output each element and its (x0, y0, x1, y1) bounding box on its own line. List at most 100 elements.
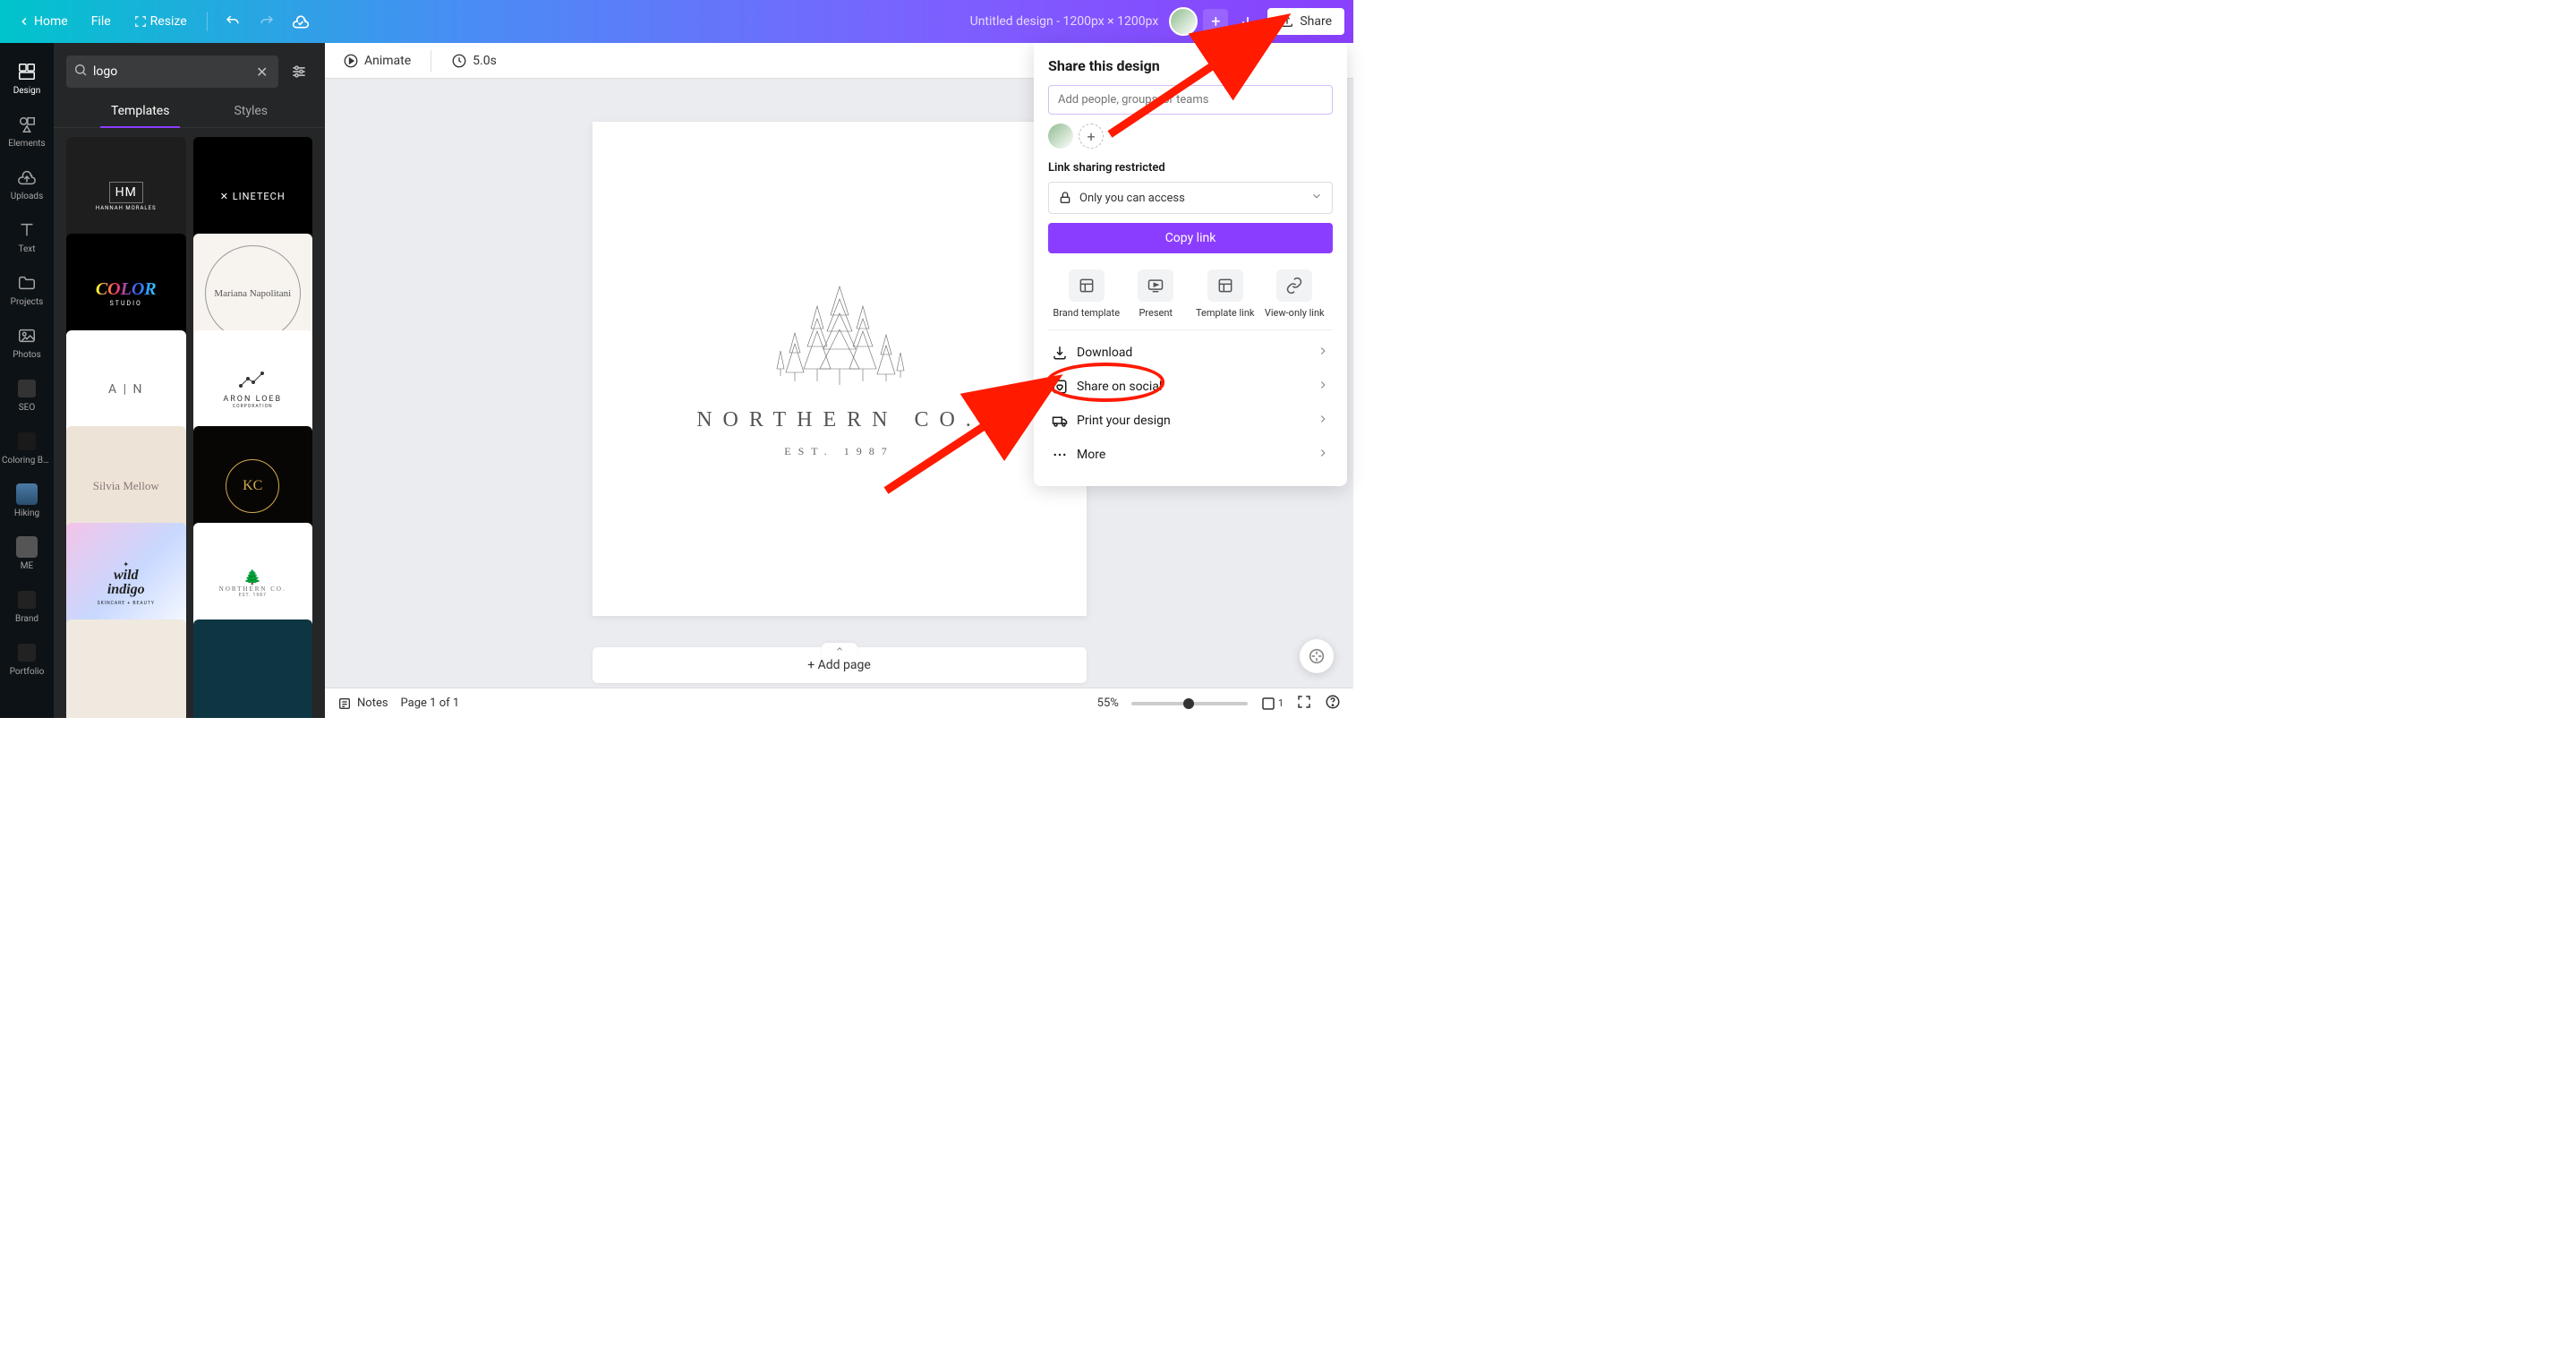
redo-button[interactable] (252, 7, 281, 36)
template-text: STUDIO (96, 300, 157, 307)
grid-label: Brand template (1053, 307, 1120, 319)
print-option[interactable]: Print your design (1048, 404, 1333, 438)
filter-button[interactable] (286, 56, 312, 88)
nav-rail: Design Elements Uploads Text Projects Ph… (0, 43, 54, 718)
chevron-right-icon (1317, 345, 1329, 361)
template-text: indigo (98, 583, 155, 597)
present-icon (1147, 277, 1164, 295)
chevron-left-icon (18, 15, 30, 28)
access-dropdown[interactable]: Only you can access (1048, 182, 1333, 214)
template-text: SKINCARE + BEAUTY (98, 601, 155, 606)
add-person-button[interactable]: + (1079, 124, 1104, 149)
tab-styles[interactable]: Styles (228, 95, 273, 127)
folder-icon (17, 273, 37, 293)
notes-label: Notes (357, 696, 388, 710)
nav-coloring[interactable]: Coloring Bo… (0, 422, 54, 474)
lock-icon (1058, 191, 1072, 205)
zoom-slider[interactable] (1131, 702, 1248, 705)
grid-icon (1260, 696, 1276, 712)
clock-icon (451, 53, 467, 69)
zoom-percent[interactable]: 55% (1097, 696, 1119, 710)
fullscreen-button[interactable] (1296, 694, 1312, 713)
home-button[interactable]: Home (9, 9, 77, 34)
nav-uploads[interactable]: Uploads (0, 158, 54, 210)
share-label: Share (1300, 14, 1332, 29)
zoom-thumb[interactable] (1183, 698, 1194, 709)
collaborator-avatar[interactable] (1048, 124, 1073, 149)
coloring-thumb-icon (18, 432, 36, 450)
chevron-down-icon (1310, 190, 1323, 206)
nav-label: Design (13, 86, 41, 96)
search-clear-button[interactable]: ✕ (252, 64, 271, 81)
duration-button[interactable]: 5.0s (444, 49, 504, 73)
bottom-bar: Notes Page 1 of 1 55% 1 (325, 688, 1353, 718)
nav-projects[interactable]: Projects (0, 263, 54, 316)
animate-label: Animate (364, 54, 411, 68)
redo-icon (259, 13, 275, 30)
template-text: EST. 1987 (219, 593, 286, 598)
nav-label: Photos (13, 350, 41, 360)
view-only-link-button[interactable]: View-only link (1260, 269, 1330, 319)
template-text: HM (109, 182, 143, 203)
animate-button[interactable]: Animate (336, 49, 418, 73)
duration-label: 5.0s (473, 54, 497, 68)
nav-design[interactable]: Design (0, 52, 54, 105)
annotation-arrow-download (877, 365, 1065, 503)
resize-button[interactable]: Resize (125, 9, 196, 34)
chevron-up-icon (834, 645, 845, 654)
top-left-group: Home File Resize (9, 7, 315, 36)
notes-button[interactable]: Notes (337, 696, 388, 711)
annotation-arrow-share (1101, 18, 1298, 147)
side-panel: ✕ Templates Styles HMHANNAH MORALES♛ ✕ L… (54, 43, 325, 718)
cloud-check-icon (292, 13, 310, 30)
resize-icon (134, 15, 147, 28)
nav-label: ME (21, 561, 33, 571)
portfolio-thumb-icon (18, 644, 36, 662)
copy-link-button[interactable]: Copy link (1048, 223, 1333, 253)
template-card[interactable] (193, 619, 313, 718)
template-card[interactable] (66, 619, 186, 718)
chevron-right-icon (1317, 413, 1329, 429)
elements-icon (17, 115, 37, 134)
search-box[interactable]: ✕ (66, 56, 278, 88)
template-text: wild (98, 568, 155, 583)
template-text: HANNAH MORALES (96, 205, 157, 211)
nav-seo[interactable]: SEO (0, 369, 54, 422)
present-button[interactable]: Present (1122, 269, 1191, 319)
brand-template-icon (1078, 277, 1096, 295)
nav-elements[interactable]: Elements (0, 105, 54, 158)
undo-icon (225, 13, 241, 30)
tab-templates[interactable]: Templates (106, 95, 175, 127)
page-indicator[interactable]: Page 1 of 1 (401, 696, 460, 710)
template-text: ARON LOEB (223, 395, 282, 404)
grid-label: View-only link (1265, 307, 1325, 319)
more-option[interactable]: More (1048, 438, 1333, 472)
nav-me[interactable]: ME (0, 527, 54, 580)
nav-label: Uploads (11, 192, 43, 201)
cloud-sync-button[interactable] (286, 7, 315, 36)
template-text: A | N (108, 382, 143, 397)
pages-expand-handle[interactable] (822, 643, 857, 655)
search-icon (73, 63, 88, 81)
nav-text[interactable]: Text (0, 210, 54, 263)
brand-template-button[interactable]: Brand template (1052, 269, 1122, 319)
side-tabs: Templates Styles (54, 95, 325, 128)
grid-view-button[interactable]: 1 (1260, 696, 1284, 712)
help-bubble[interactable] (1300, 639, 1334, 673)
nav-portfolio[interactable]: Portfolio (0, 633, 54, 686)
template-link-button[interactable]: Template link (1190, 269, 1260, 319)
template-text: Silvia Mellow (93, 479, 159, 493)
file-menu[interactable]: File (82, 9, 120, 34)
link-sharing-label: Link sharing restricted (1048, 161, 1333, 175)
template-text: NORTHERN CO. (219, 585, 286, 593)
nav-hiking[interactable]: Hiking (0, 474, 54, 527)
help-button[interactable] (1325, 694, 1341, 713)
nav-photos[interactable]: Photos (0, 316, 54, 369)
me-thumb-icon (16, 536, 38, 558)
nav-brand[interactable]: Brand (0, 580, 54, 633)
hiking-thumb-icon (16, 483, 38, 505)
search-input[interactable] (93, 64, 252, 79)
pages-count: 1 (1278, 697, 1284, 709)
undo-button[interactable] (218, 7, 247, 36)
seo-thumb-icon (18, 380, 36, 397)
